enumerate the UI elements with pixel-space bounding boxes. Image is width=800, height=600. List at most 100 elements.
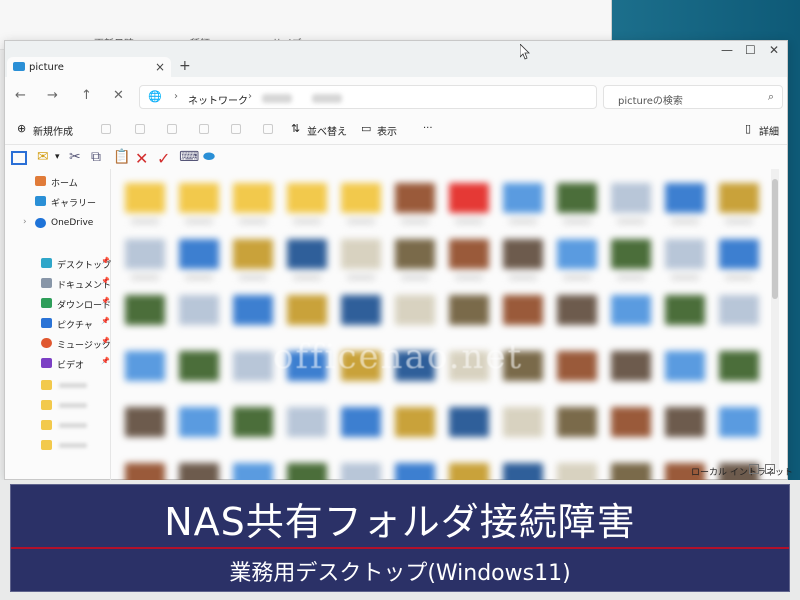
tab-close-icon[interactable]: × [155,60,165,74]
rename-icon[interactable] [199,124,209,134]
image-thumbnail[interactable] [449,183,489,213]
pin-icon[interactable]: 📌 [101,297,110,305]
search-box[interactable]: pictureの検索 ⌕ [603,85,783,109]
vertical-scrollbar[interactable] [771,169,779,469]
image-thumbnail[interactable] [341,295,381,325]
image-thumbnail[interactable] [611,295,651,325]
chevron-right-icon[interactable]: › [23,217,27,227]
share-icon[interactable] [231,124,241,134]
image-thumbnail[interactable] [557,183,597,213]
image-thumbnail[interactable] [233,295,273,325]
address-bar[interactable]: 🌐 › ネットワーク › [139,85,597,109]
sidebar-item-documents[interactable]: ドキュメント 📌 [5,275,111,293]
image-thumbnail[interactable] [665,239,705,269]
new-tab-button[interactable]: + [179,58,191,74]
image-thumbnail[interactable] [719,239,759,269]
nav-pane-icon[interactable] [11,151,27,165]
sidebar-item-music[interactable]: ミュージック 📌 [5,335,111,353]
delete-icon[interactable] [263,124,273,134]
image-thumbnail[interactable] [179,239,219,269]
image-thumbnail[interactable] [719,183,759,213]
image-thumbnail[interactable] [719,295,759,325]
image-thumbnail[interactable] [503,239,543,269]
maximize-button[interactable]: ☐ [745,43,756,57]
cancel-button[interactable]: ✕ [113,88,124,103]
sidebar-item-pictures[interactable]: ピクチャ 📌 [5,315,111,333]
image-thumbnail[interactable] [557,239,597,269]
image-thumbnail[interactable] [665,295,705,325]
image-thumbnail[interactable] [341,407,381,437]
view-button[interactable]: 表示 [377,123,397,138]
dropdown-chevron-icon[interactable]: ▾ [55,152,60,162]
folder-thumbnail[interactable] [341,183,381,213]
image-thumbnail[interactable] [557,295,597,325]
image-thumbnail[interactable] [611,239,651,269]
folder-thumbnail[interactable] [233,183,273,213]
folder-thumbnail[interactable] [179,183,219,213]
forward-button[interactable]: → [47,88,58,103]
image-thumbnail[interactable] [233,407,273,437]
tab-picture[interactable]: picture × [7,57,171,79]
delete-x-icon[interactable]: ✕ [135,149,148,168]
image-thumbnail[interactable] [395,183,435,213]
folder-thumbnail[interactable] [287,183,327,213]
sidebar-item-downloads[interactable]: ダウンロード 📌 [5,295,111,313]
image-thumbnail[interactable] [233,239,273,269]
cut-icon[interactable] [101,124,111,134]
pin-icon[interactable]: 📌 [101,357,110,365]
paste-legacy-icon[interactable]: 📋 [113,149,130,165]
sidebar-item-folder-blurred[interactable] [5,417,111,435]
copy-icon[interactable] [135,124,145,134]
sidebar-item-videos[interactable]: ビデオ 📌 [5,355,111,373]
image-thumbnail[interactable] [665,407,705,437]
image-thumbnail[interactable] [179,351,219,381]
image-thumbnail[interactable] [395,239,435,269]
sidebar-item-folder-blurred[interactable] [5,437,111,455]
image-thumbnail[interactable] [719,407,759,437]
image-thumbnail[interactable] [449,407,489,437]
image-thumbnail[interactable] [125,295,165,325]
image-thumbnail[interactable] [125,351,165,381]
image-thumbnail[interactable] [233,351,273,381]
image-thumbnail[interactable] [287,295,327,325]
cut-legacy-icon[interactable]: ✂ [69,149,81,165]
scrollbar-thumb[interactable] [772,179,778,299]
image-thumbnail[interactable] [395,407,435,437]
more-button[interactable]: ··· [423,123,433,134]
image-thumbnail[interactable] [179,407,219,437]
image-thumbnail[interactable] [341,239,381,269]
sidebar-item-gallery[interactable]: ギャラリー [5,193,111,211]
image-thumbnail[interactable] [449,295,489,325]
image-thumbnail[interactable] [557,407,597,437]
sidebar-item-home[interactable]: ホーム [5,173,111,191]
sort-button[interactable]: 並べ替え [307,123,347,138]
pin-icon[interactable]: 📌 [101,257,110,265]
sidebar-item-folder-blurred[interactable] [5,377,111,395]
image-thumbnail[interactable] [719,351,759,381]
image-thumbnail[interactable] [611,351,651,381]
image-thumbnail[interactable] [179,295,219,325]
new-button[interactable]: 新規作成 [33,123,73,138]
checkmark-icon[interactable]: ✓ [157,149,170,168]
breadcrumb-redacted[interactable] [262,94,292,103]
breadcrumb-network[interactable]: ネットワーク [188,92,248,107]
image-thumbnail[interactable] [557,351,597,381]
image-thumbnail[interactable] [665,351,705,381]
minimize-button[interactable]: — [721,43,733,57]
tiles-view-icon[interactable] [765,464,775,474]
copy-legacy-icon[interactable]: ⧉ [91,149,101,165]
details-view-icon[interactable] [749,464,759,474]
sidebar-item-onedrive[interactable]: › OneDrive [5,215,111,233]
image-thumbnail[interactable] [665,183,705,213]
image-thumbnail[interactable] [395,295,435,325]
image-thumbnail[interactable] [611,183,651,213]
properties-icon[interactable]: ⌨ [179,149,199,165]
details-button[interactable]: 詳細 [759,123,779,138]
folder-thumbnail[interactable] [125,183,165,213]
sidebar-item-folder-blurred[interactable] [5,397,111,415]
pin-icon[interactable]: 📌 [101,277,110,285]
map-drive-icon[interactable]: ✉ [37,149,49,165]
image-thumbnail[interactable] [125,239,165,269]
sidebar-item-desktop[interactable]: デスクトップ 📌 [5,255,111,273]
paste-icon[interactable] [167,124,177,134]
